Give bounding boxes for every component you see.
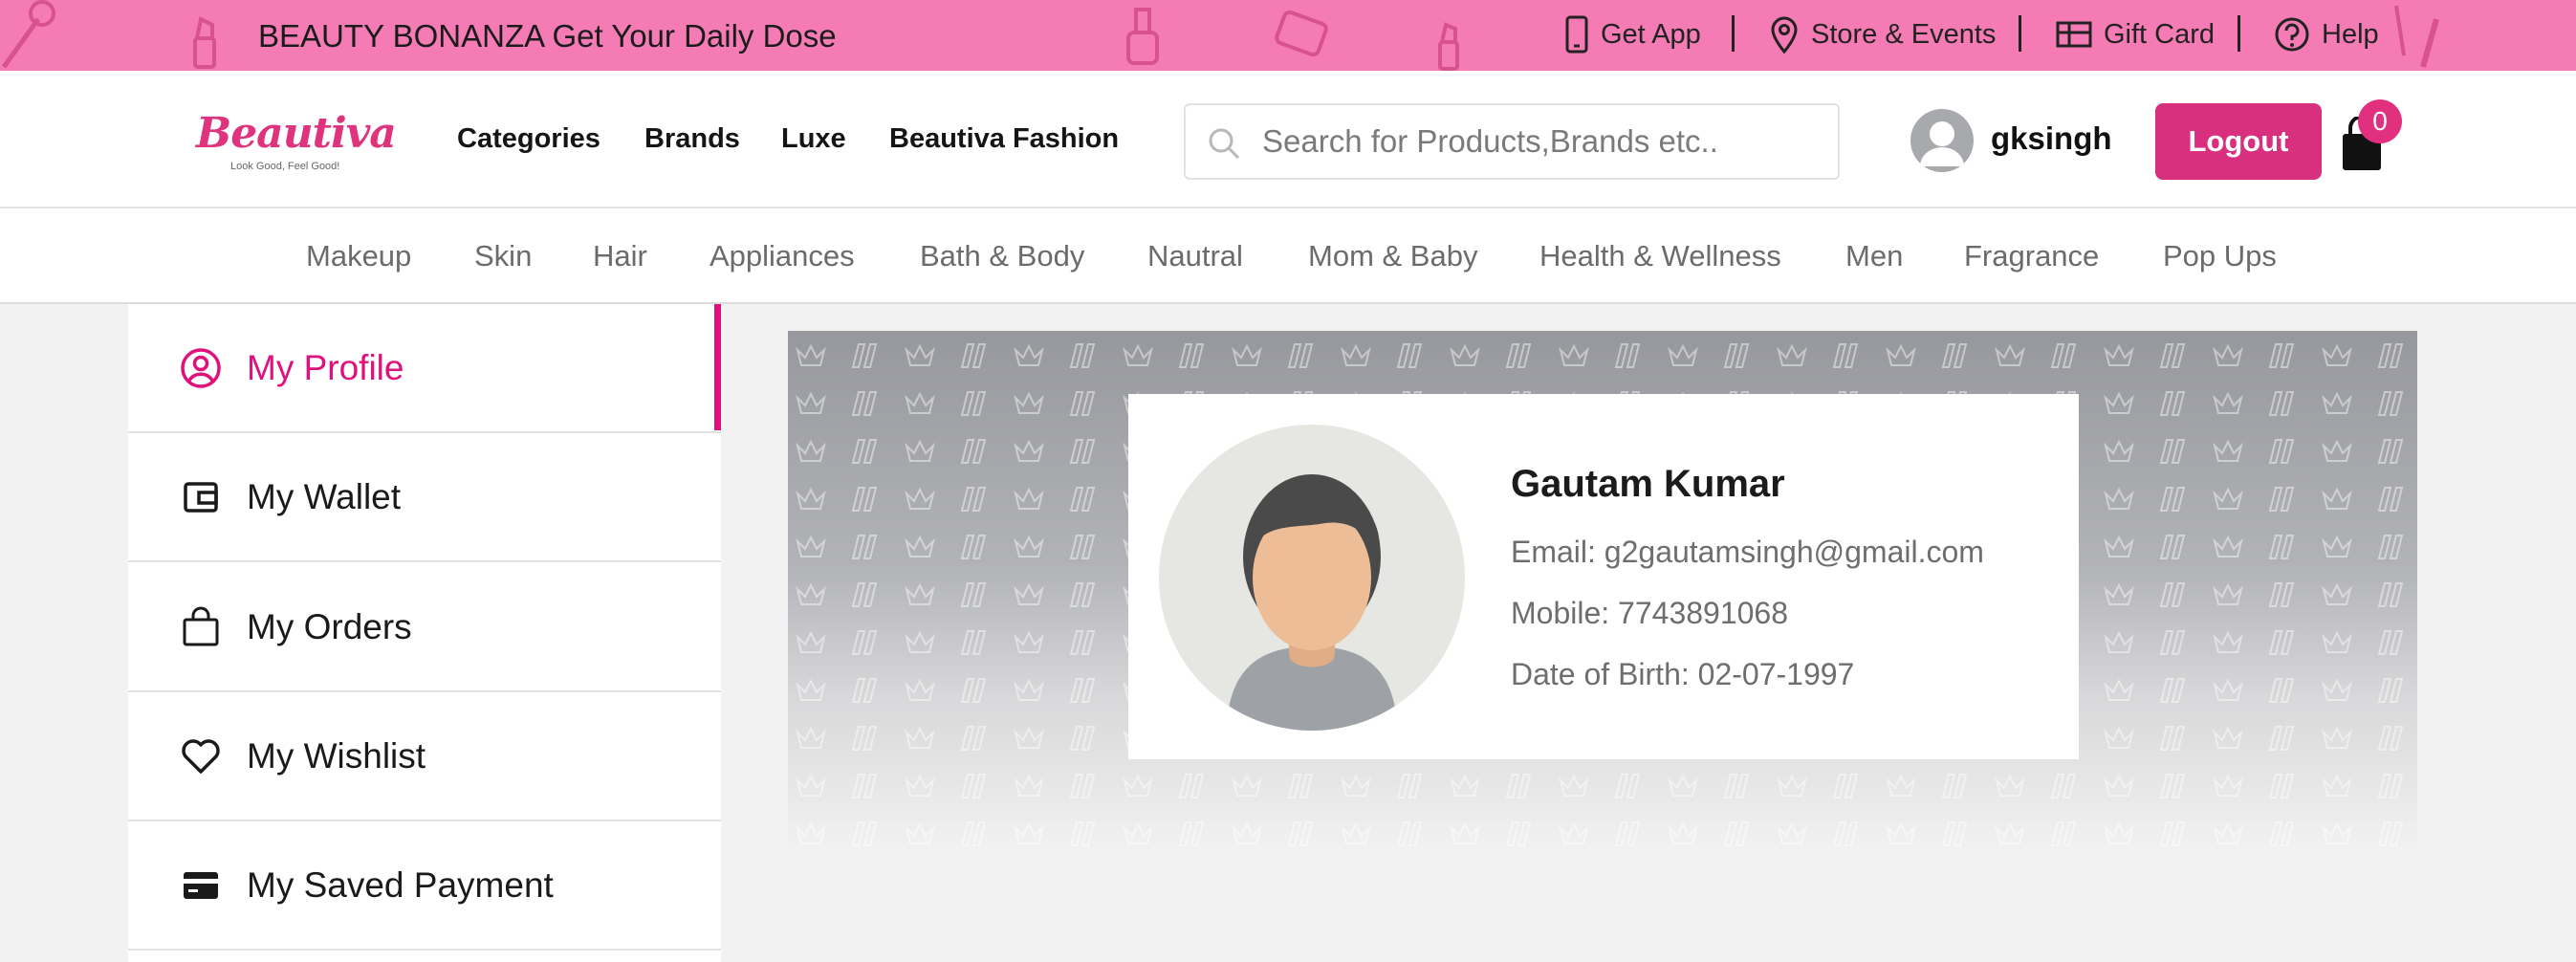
user-icon (1920, 121, 1964, 166)
store-events-label: Store & Events (1811, 18, 1997, 50)
category-men[interactable]: Men (1845, 239, 1903, 273)
site-logo[interactable]: Beautiva Look Good, Feel Good! (196, 109, 397, 176)
logo-wordmark: Beautiva (196, 109, 397, 158)
category-health-wellness[interactable]: Health & Wellness (1539, 239, 1781, 273)
sidebar-item-label: My Saved Payment (247, 864, 554, 905)
avatar[interactable] (1910, 109, 1974, 172)
help-label: Help (2322, 18, 2379, 50)
account-sidebar: My Profile My Wallet My Orders My Wishli… (128, 304, 721, 962)
category-mom-baby[interactable]: Mom & Baby (1308, 239, 1477, 273)
get-app-label: Get App (1601, 18, 1701, 50)
category-bath-body[interactable]: Bath & Body (920, 239, 1084, 273)
heart-icon (182, 738, 220, 774)
sidebar-item-my-wishlist[interactable]: My Wishlist (128, 692, 721, 821)
shopping-bag-icon (183, 606, 219, 645)
cart-count-badge: 0 (2358, 99, 2402, 143)
lipstick-icon (193, 16, 216, 69)
gift-card-link[interactable]: Gift Card (2056, 13, 2215, 55)
search-box[interactable] (1184, 103, 1840, 180)
location-pin-icon (1771, 16, 1798, 54)
phone-icon (1565, 15, 1588, 54)
sidebar-item-label: My Wallet (247, 476, 402, 516)
gift-card-label: Gift Card (2104, 18, 2216, 50)
sidebar-item-my-saved-payment[interactable]: My Saved Payment (128, 821, 721, 951)
profile-avatar (1159, 425, 1465, 731)
profile-mobile: Mobile: 7743891068 (1511, 596, 1789, 630)
category-hair[interactable]: Hair (593, 239, 647, 273)
divider (2238, 15, 2240, 52)
category-pop-ups[interactable]: Pop Ups (2163, 239, 2277, 273)
nav-luxe[interactable]: Luxe (781, 123, 846, 155)
credit-card-icon (184, 871, 218, 899)
profile-name: Gautam Kumar (1511, 463, 1785, 505)
search-input[interactable] (1262, 119, 1817, 164)
compact-icon (1275, 10, 1328, 57)
sidebar-item-label: My Wishlist (247, 735, 426, 776)
promo-text: BEAUTY BONANZA Get Your Daily Dose (258, 18, 837, 54)
sidebar-item-label: My Orders (247, 606, 412, 646)
category-nav: Makeup Skin Hair Appliances Bath & Body … (0, 208, 2576, 304)
category-skin[interactable]: Skin (474, 239, 532, 273)
category-makeup[interactable]: Makeup (306, 239, 411, 273)
promo-banner: BEAUTY BONANZA Get Your Daily Dose Get A… (0, 0, 2576, 71)
help-circle-icon (2275, 17, 2309, 52)
sidebar-item-my-wallet[interactable]: My Wallet (128, 433, 721, 562)
sidebar-item-label: My Profile (247, 347, 404, 387)
nav-categories[interactable]: Categories (457, 123, 600, 155)
nav-beautiva-fashion[interactable]: Beautiva Fashion (889, 123, 1119, 155)
divider (2019, 15, 2021, 52)
logo-tagline: Look Good, Feel Good! (230, 161, 340, 172)
category-nautral[interactable]: Nautral (1147, 239, 1243, 273)
profile-email: Email: g2gautamsingh@gmail.com (1511, 535, 1984, 569)
lipstick-icon (1438, 22, 1459, 71)
store-events-link[interactable]: Store & Events (1769, 13, 1996, 55)
username[interactable]: gksingh (1991, 120, 2112, 157)
divider (1732, 15, 1735, 52)
nav-brands[interactable]: Brands (644, 123, 740, 155)
category-fragrance[interactable]: Fragrance (1964, 239, 2099, 273)
mascara-icon (2394, 5, 2439, 68)
logout-button[interactable]: Logout (2155, 103, 2322, 180)
get-app-link[interactable]: Get App (1564, 13, 1701, 55)
wallet-icon (184, 481, 218, 513)
sidebar-item-my-orders[interactable]: My Orders (128, 563, 721, 692)
makeup-brush-icon (1, 0, 55, 69)
category-appliances[interactable]: Appliances (709, 239, 855, 273)
gift-card-icon (2056, 21, 2092, 48)
nail-polish-icon (1126, 8, 1159, 65)
user-circle-icon (181, 347, 221, 388)
help-link[interactable]: Help (2274, 13, 2379, 55)
site-header: Beautiva Look Good, Feel Good! Categorie… (0, 71, 2576, 208)
search-icon (1209, 128, 1240, 160)
sidebar-item-my-profile[interactable]: My Profile (128, 304, 721, 433)
profile-dob: Date of Birth: 02-07-1997 (1511, 657, 1855, 691)
